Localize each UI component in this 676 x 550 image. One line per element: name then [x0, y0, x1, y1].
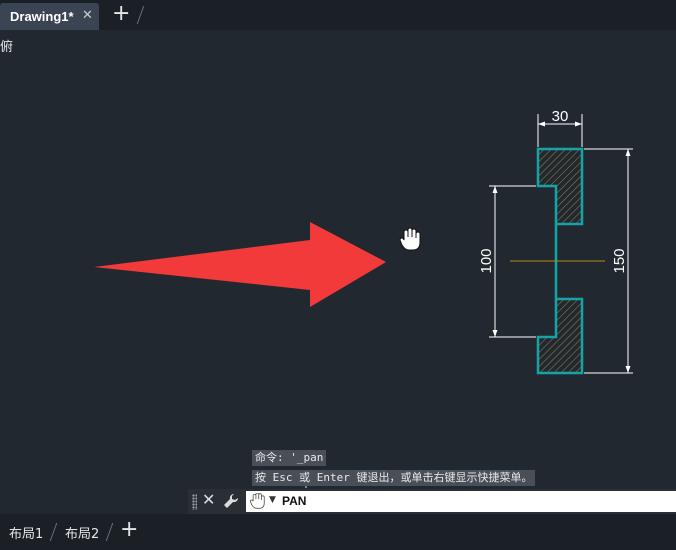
tab-label: Drawing1*	[10, 9, 74, 24]
dimension-150: 150	[611, 248, 628, 273]
tab-drawing1[interactable]: Drawing1* ✕	[0, 3, 99, 30]
command-history-line: 命令: '_pan	[252, 450, 327, 466]
chevron-down-icon[interactable]: ▼	[269, 495, 276, 505]
command-input[interactable]: ▼ PAN	[246, 491, 676, 512]
red-arrow-shape	[94, 222, 386, 307]
hand-icon	[249, 492, 266, 513]
tab-layout2[interactable]: 布局2	[65, 523, 99, 542]
tab-divider	[49, 523, 58, 541]
dimension-30: 30	[552, 108, 569, 125]
tab-layout1[interactable]: 布局1	[9, 523, 43, 542]
add-layout-plus-icon[interactable]: +	[120, 518, 138, 542]
drawing-canvas[interactable]: 30 100 150	[0, 30, 676, 488]
new-tab-plus-icon[interactable]: +	[112, 2, 130, 26]
layout-tab-bar: 布局1 布局2 +	[0, 514, 676, 550]
document-tab-bar: Drawing1* ✕ +	[0, 0, 676, 30]
drag-grip-icon[interactable]	[192, 494, 197, 510]
command-input-value: PAN	[282, 494, 307, 508]
command-bar: ✕ ▼ PAN	[188, 489, 676, 514]
tab-divider	[136, 6, 145, 24]
command-history-line: 按 Esc 或 Enter 键退出，或单击右键显示快捷菜单。	[252, 470, 536, 486]
dimension-100: 100	[478, 248, 495, 273]
tab-divider	[105, 523, 114, 541]
close-icon[interactable]: ✕	[202, 490, 215, 509]
close-icon[interactable]: ✕	[82, 8, 93, 23]
wrench-icon[interactable]	[223, 493, 239, 513]
pan-hand-cursor-icon	[399, 227, 421, 251]
